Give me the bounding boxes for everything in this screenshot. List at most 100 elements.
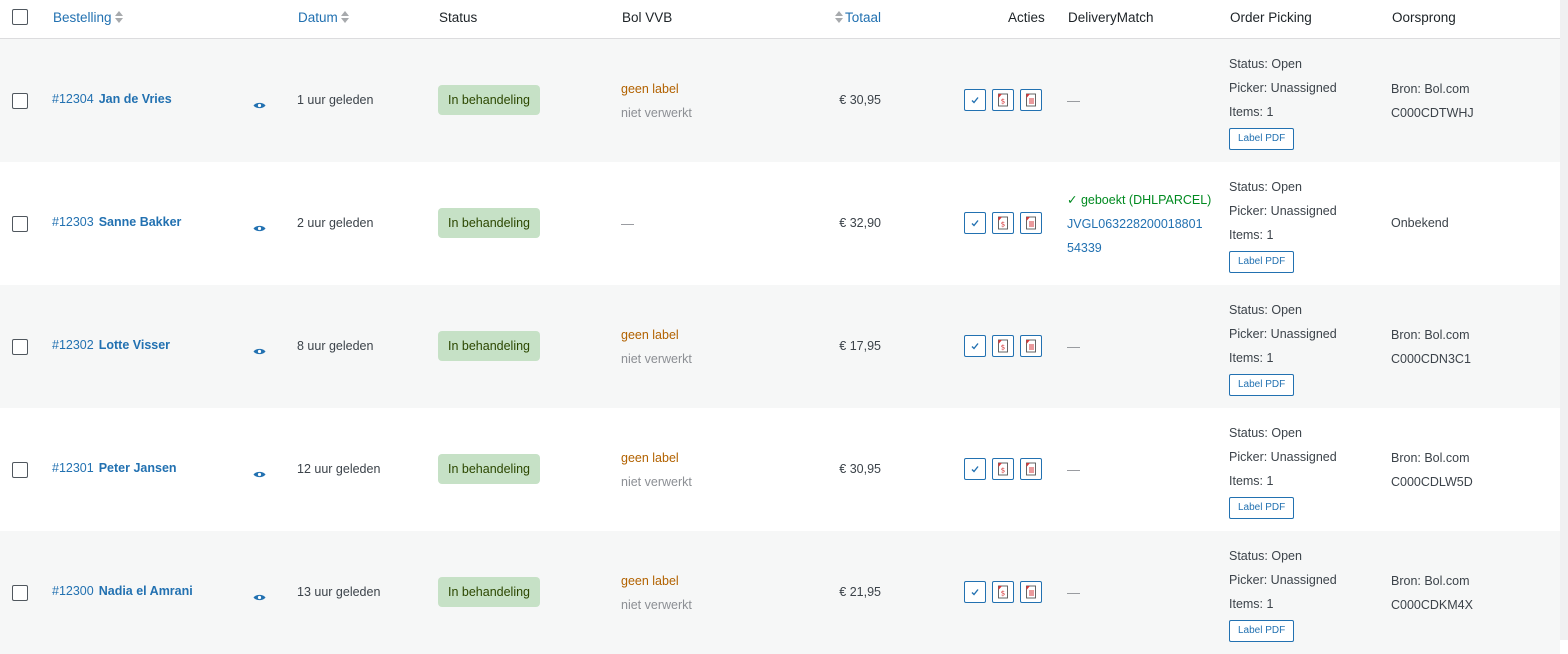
column-header-order[interactable]: Bestelling [53,10,123,25]
svg-text:$: $ [1001,98,1005,106]
origin-source: Bron: Bol.com [1391,328,1470,342]
customer-name: Peter Jansen [98,461,177,475]
complete-button[interactable] [964,89,986,111]
invoice-button[interactable]: $ [992,212,1014,234]
order-number: #12300 [52,584,94,598]
invoice-button[interactable]: $ [992,89,1014,111]
order-total: € 32,90 [839,216,881,230]
svg-text:$: $ [1001,590,1005,598]
checkmark-icon [971,97,979,104]
eye-icon[interactable] [253,466,266,478]
label-pdf-button[interactable]: Label PDF [1229,620,1295,642]
packing-slip-button[interactable] [1020,89,1042,111]
origin-reference: C000CDN3C1 [1391,352,1471,366]
packing-slip-button[interactable] [1020,335,1042,357]
checkmark-icon [971,343,979,350]
complete-button[interactable] [964,581,986,603]
invoice-button[interactable]: $ [992,335,1014,357]
pdf-packing-slip-icon [1026,93,1036,107]
packing-slip-button[interactable] [1020,581,1042,603]
row-checkbox[interactable] [12,93,28,109]
table-body: #12304 Jan de Vries 1 uur geleden In beha… [0,39,1560,654]
scrollbar[interactable] [1560,0,1568,640]
order-number: #12302 [52,338,94,352]
bol-processing-status: niet verwerkt [621,106,692,120]
row-checkbox[interactable] [12,462,28,478]
invoice-button[interactable]: $ [992,581,1014,603]
picking-picker: Picker: Unassigned [1229,327,1337,341]
pdf-invoice-icon: $ [998,339,1008,353]
column-header-date[interactable]: Datum [298,10,349,25]
pdf-packing-slip-icon [1026,339,1036,353]
picking-status: Status: Open [1229,303,1302,317]
picking-picker: Picker: Unassigned [1229,450,1337,464]
order-link[interactable]: #12304 Jan de Vries [52,92,172,106]
picking-picker: Picker: Unassigned [1229,204,1337,218]
packing-slip-button[interactable] [1020,212,1042,234]
order-link[interactable]: #12301 Peter Jansen [52,461,177,475]
column-header-origin: Oorsprong [1392,10,1456,25]
order-link[interactable]: #12302 Lotte Visser [52,338,170,352]
complete-button[interactable] [964,458,986,480]
order-date: 13 uur geleden [297,585,381,599]
row-checkbox[interactable] [12,339,28,355]
column-header-deliverymatch: DeliveryMatch [1068,10,1154,25]
eye-icon[interactable] [253,220,266,232]
pdf-packing-slip-icon [1026,216,1036,230]
column-header-actions: Acties [1008,10,1045,25]
deliverymatch-dash: — [1067,585,1080,600]
bol-processing-status: niet verwerkt [621,598,692,612]
order-number: #12301 [52,461,94,475]
pdf-invoice-icon: $ [998,93,1008,107]
origin-reference: C000CDLW5D [1391,475,1473,489]
column-header-status: Status [439,10,478,25]
order-total: € 17,95 [839,339,881,353]
column-header-total[interactable]: Totaal [835,10,881,25]
checkmark-icon [971,466,979,473]
label-pdf-button[interactable]: Label PDF [1229,374,1295,396]
svg-text:$: $ [1001,344,1005,352]
bol-label-status: geen label [621,574,679,588]
order-link[interactable]: #12303 Sanne Bakker [52,215,181,229]
row-checkbox[interactable] [12,216,28,232]
order-link[interactable]: #12300 Nadia el Amrani [52,584,193,598]
eye-icon[interactable] [253,589,266,601]
status-badge: In behandeling [438,577,540,607]
pdf-packing-slip-icon [1026,585,1036,599]
pdf-packing-slip-icon [1026,462,1036,476]
picking-status: Status: Open [1229,57,1302,71]
complete-button[interactable] [964,335,986,357]
invoice-button[interactable]: $ [992,458,1014,480]
deliverymatch-booked: ✓ geboekt (DHLPARCEL) [1067,193,1212,207]
pdf-invoice-icon: $ [998,462,1008,476]
picking-items: Items: 1 [1229,228,1274,242]
origin-source: Bron: Bol.com [1391,82,1470,96]
select-all-checkbox[interactable] [12,9,28,25]
order-date: 2 uur geleden [297,216,374,230]
deliverymatch-tracking-link[interactable]: JVGL06322820001880154339 [1067,212,1207,260]
column-header-total-label: Totaal [845,10,882,25]
sort-icon [340,11,349,23]
status-badge: In behandeling [438,208,540,238]
customer-name: Jan de Vries [98,92,172,106]
eye-icon[interactable] [253,97,266,109]
table-row: #12303 Sanne Bakker 2 uur geleden In beha… [0,162,1560,285]
status-badge: In behandeling [438,454,540,484]
packing-slip-button[interactable] [1020,458,1042,480]
label-pdf-button[interactable]: Label PDF [1229,251,1295,273]
label-pdf-button[interactable]: Label PDF [1229,497,1295,519]
deliverymatch-dash: — [1067,462,1080,477]
bol-processing-status: niet verwerkt [621,475,692,489]
eye-icon[interactable] [253,343,266,355]
deliverymatch-dash: — [1067,93,1080,108]
complete-button[interactable] [964,212,986,234]
label-pdf-button[interactable]: Label PDF [1229,128,1295,150]
column-header-bol: Bol VVB [622,10,673,25]
table-row: #12300 Nadia el Amrani 13 uur geleden In … [0,531,1560,654]
order-total: € 21,95 [839,585,881,599]
svg-text:$: $ [1001,221,1005,229]
row-checkbox[interactable] [12,585,28,601]
svg-text:$: $ [1001,467,1005,475]
picking-items: Items: 1 [1229,105,1274,119]
order-date: 12 uur geleden [297,462,381,476]
